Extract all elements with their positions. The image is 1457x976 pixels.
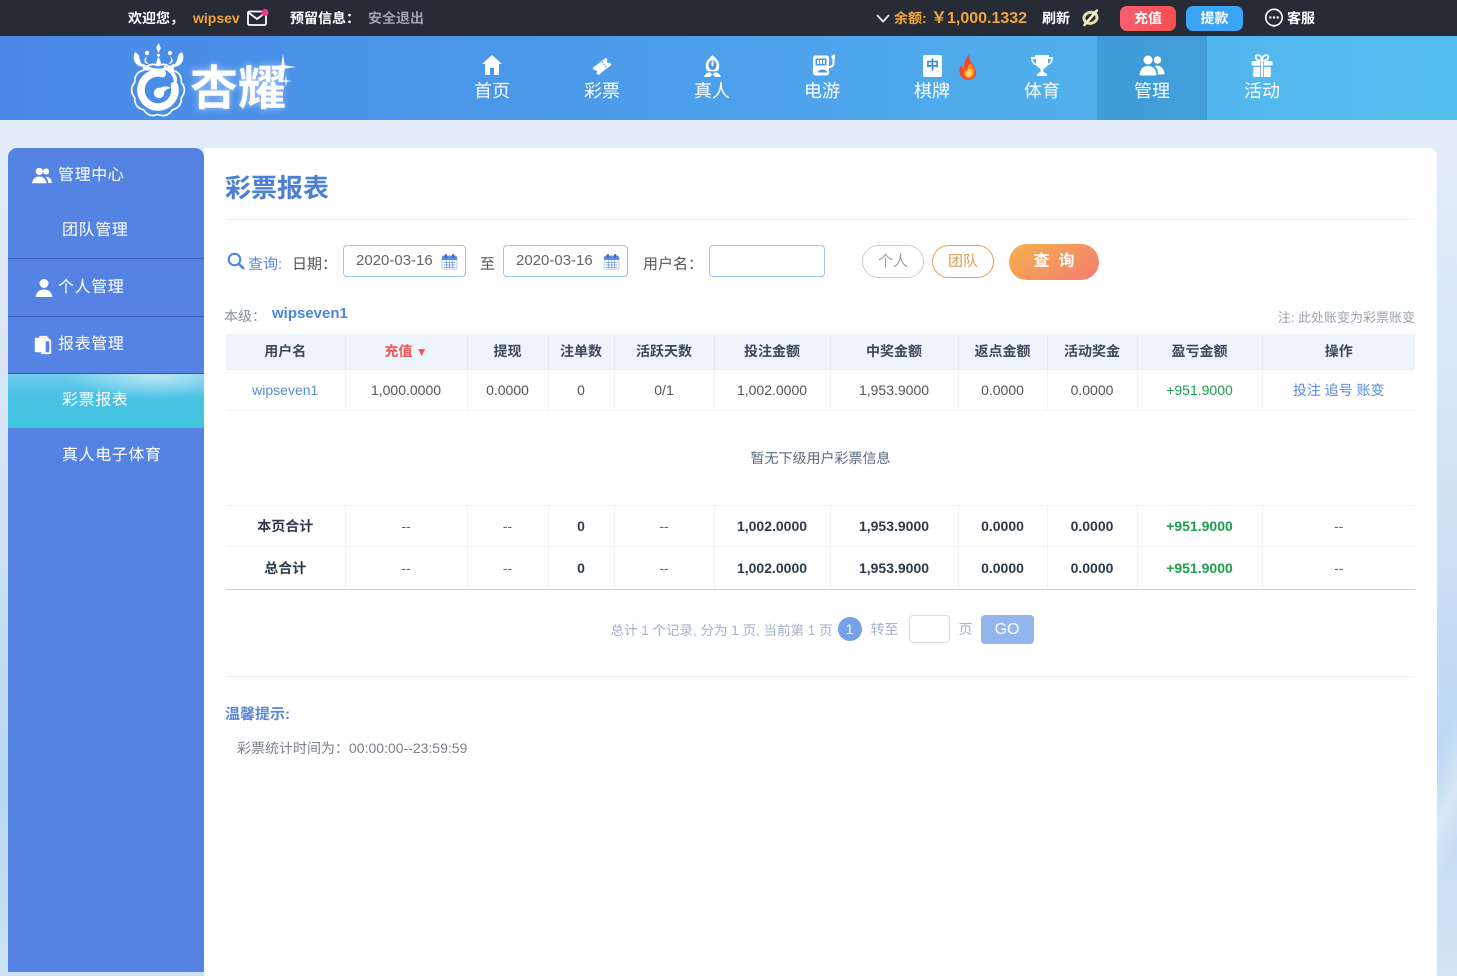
svg-text:中: 中: [925, 58, 938, 73]
